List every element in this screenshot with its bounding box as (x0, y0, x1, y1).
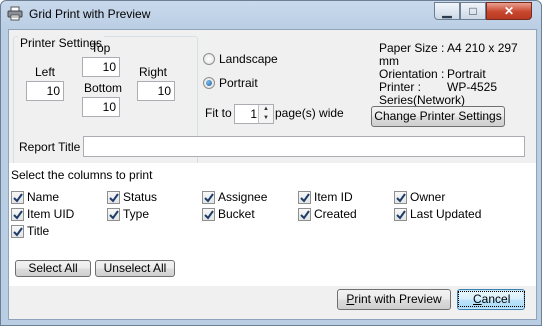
paper-size-value-cont: mm (379, 54, 399, 68)
maximize-button[interactable]: □ (460, 2, 486, 20)
fit-to-label: Fit to (205, 106, 232, 120)
close-icon: ✕ (503, 4, 515, 18)
orientation-value: Portrait (447, 67, 486, 81)
report-title-label: Report Title (19, 140, 81, 154)
checkmark-icon (396, 210, 406, 220)
top-label: Top (91, 41, 111, 55)
paper-size-label: Paper Size : (379, 41, 445, 55)
column-checkbox[interactable] (394, 191, 407, 204)
column-checkbox-label[interactable]: Last Updated (410, 207, 481, 221)
left-margin-input[interactable]: 10 (26, 81, 64, 101)
columns-header: Select the columns to print (11, 168, 153, 182)
portrait-radio[interactable] (203, 77, 215, 89)
column-checkbox-label[interactable]: Assignee (218, 190, 267, 204)
unselect-all-button[interactable]: Unselect All (95, 260, 175, 277)
change-printer-settings-button[interactable]: Change Printer Settings (371, 106, 505, 127)
column-checkbox-label[interactable]: Bucket (218, 207, 255, 221)
column-checkbox[interactable] (298, 191, 311, 204)
pages-wide-stepper[interactable]: 1 ▲ ▼ (234, 104, 274, 124)
minimize-icon: ▁ (442, 4, 452, 18)
column-checkbox[interactable] (298, 208, 311, 221)
checkmark-icon (204, 193, 214, 203)
column-checkbox-label[interactable]: Item ID (314, 190, 353, 204)
cancel-label: ancel (481, 292, 511, 306)
column-checkbox-label[interactable]: Owner (410, 190, 445, 204)
paper-size-value: A4 210 x 297 (447, 41, 518, 55)
column-checkbox[interactable] (202, 191, 215, 204)
minimize-button[interactable]: ▁ (434, 2, 460, 20)
print-with-preview-button[interactable]: Print with Preview (337, 289, 451, 310)
cancel-button[interactable]: Cancel (457, 289, 526, 310)
stepper-up-icon[interactable]: ▲ (259, 105, 273, 114)
left-label: Left (35, 65, 56, 79)
column-checkbox[interactable] (11, 208, 24, 221)
checkmark-icon (109, 210, 119, 220)
printer-value-cont: Series(Network) (379, 93, 466, 107)
landscape-label[interactable]: Landscape (219, 52, 278, 66)
pages-wide-value: 1 (250, 107, 257, 121)
checkmark-icon (109, 193, 119, 203)
checkmark-icon (13, 210, 23, 220)
column-checkbox-label[interactable]: Item UID (27, 207, 74, 221)
column-checkbox-label[interactable]: Name (27, 190, 59, 204)
column-checkbox[interactable] (107, 191, 120, 204)
cancel-mnemonic: C (473, 292, 482, 306)
column-checkbox[interactable] (11, 225, 24, 238)
checkmark-icon (396, 193, 406, 203)
checkmark-icon (300, 193, 310, 203)
right-margin-input[interactable]: 10 (137, 81, 175, 101)
portrait-label[interactable]: Portrait (219, 76, 258, 90)
column-checkbox-label[interactable]: Created (314, 207, 357, 221)
checkmark-icon (13, 193, 23, 203)
top-margin-input[interactable]: 10 (82, 57, 120, 77)
pages-wide-label: page(s) wide (275, 106, 344, 120)
right-label: Right (139, 65, 168, 79)
bottom-label: Bottom (84, 81, 123, 95)
printer-label: Printer : (379, 80, 422, 94)
column-checkbox-label[interactable]: Title (27, 224, 49, 238)
window-title: Grid Print with Preview (29, 7, 151, 21)
column-checkbox[interactable] (394, 208, 407, 221)
stepper-down-icon[interactable]: ▼ (259, 114, 273, 123)
printer-icon (7, 6, 23, 21)
column-checkbox[interactable] (202, 208, 215, 221)
column-checkbox[interactable] (107, 208, 120, 221)
title-bar[interactable]: Grid Print with Preview ▁ □ ✕ (1, 1, 541, 27)
report-title-input[interactable] (83, 136, 525, 157)
checkmark-icon (204, 210, 214, 220)
print-with-preview-label: rint with Preview (354, 292, 442, 306)
orientation-label: Orientation : (379, 67, 445, 81)
bottom-margin-input[interactable]: 10 (82, 97, 120, 117)
close-button[interactable]: ✕ (486, 2, 532, 20)
column-checkbox-label[interactable]: Type (123, 207, 149, 221)
checkmark-icon (13, 227, 23, 237)
column-checkbox-label[interactable]: Status (123, 190, 157, 204)
checkmark-icon (300, 210, 310, 220)
printer-value: WP-4525 (447, 80, 498, 94)
dialog-body: Printer Settings Top 10 Left 10 Right 10… (8, 29, 537, 320)
column-checkbox[interactable] (11, 191, 24, 204)
select-all-button[interactable]: Select All (15, 260, 91, 277)
dialog-window: Grid Print with Preview ▁ □ ✕ Printer Se… (0, 0, 542, 326)
maximize-icon: □ (469, 4, 477, 18)
landscape-radio[interactable] (203, 53, 215, 65)
